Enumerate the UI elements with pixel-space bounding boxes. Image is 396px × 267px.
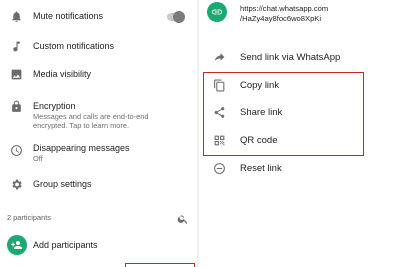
add-participants-row[interactable]: Add participants <box>0 232 197 258</box>
image-icon <box>10 68 23 81</box>
toggle-knob <box>173 11 185 23</box>
gear-icon <box>10 178 23 191</box>
search-icon[interactable] <box>177 212 189 224</box>
lock-icon <box>10 100 23 113</box>
custom-notifications-row[interactable]: Custom notifications <box>0 34 197 60</box>
mute-notifications-label: Mute notifications <box>33 11 104 21</box>
disappearing-messages-row[interactable]: Disappearing messages Off <box>0 138 197 168</box>
copy-icon <box>213 79 226 92</box>
media-visibility-row[interactable]: Media visibility <box>0 60 197 88</box>
disappearing-messages-label: Disappearing messages <box>33 143 130 153</box>
qr-code-row[interactable]: QR code <box>199 129 396 153</box>
bell-icon <box>10 10 23 23</box>
add-participants-label: Add participants <box>33 240 98 250</box>
music-note-icon <box>10 40 23 53</box>
group-info-panel: Mute notifications Custom notifications … <box>0 0 197 267</box>
send-link-whatsapp-label: Send link via WhatsApp <box>240 52 341 63</box>
minus-circle-icon <box>213 162 226 175</box>
invite-url-line2: /HaZy4ay8foc6wo8XpKi <box>240 14 322 23</box>
copy-link-label: Copy link <box>240 80 280 91</box>
link-icon <box>207 2 227 22</box>
highlight-box-partial <box>125 263 195 267</box>
invite-url-line1: https://chat.whatsapp.com <box>240 4 329 13</box>
media-visibility-label: Media visibility <box>33 69 92 79</box>
qr-code-label: QR code <box>240 135 278 146</box>
mute-notifications-row[interactable]: Mute notifications <box>0 0 197 34</box>
reset-link-label: Reset link <box>240 163 282 174</box>
forward-arrow-icon <box>213 51 226 64</box>
mute-toggle[interactable] <box>167 11 185 23</box>
send-link-whatsapp-row[interactable]: Send link via WhatsApp <box>199 46 396 70</box>
copy-link-row[interactable]: Copy link <box>199 74 396 98</box>
group-settings-label: Group settings <box>33 179 92 189</box>
group-settings-row[interactable]: Group settings <box>0 172 197 198</box>
participants-header: 2 participants <box>0 208 197 228</box>
encryption-description-line1: Messages and calls are end-to-end <box>33 112 149 121</box>
share-link-label: Share link <box>240 107 283 118</box>
encryption-row[interactable]: Encryption Messages and calls are end-to… <box>0 94 197 134</box>
participants-count: 2 participants <box>7 213 51 222</box>
timer-icon <box>10 144 23 157</box>
reset-link-row[interactable]: Reset link <box>199 157 396 181</box>
invite-link-panel: https://chat.whatsapp.com /HaZy4ay8foc6w… <box>199 0 396 267</box>
share-link-row[interactable]: Share link <box>199 101 396 125</box>
share-icon <box>213 106 226 119</box>
custom-notifications-label: Custom notifications <box>33 41 115 51</box>
add-person-icon <box>7 235 27 255</box>
qr-code-icon <box>213 134 226 147</box>
disappearing-messages-value: Off <box>33 154 43 163</box>
encryption-label: Encryption <box>33 101 76 111</box>
invite-link-row[interactable]: https://chat.whatsapp.com /HaZy4ay8foc6w… <box>199 0 396 34</box>
encryption-description-line2: encrypted. Tap to learn more. <box>33 121 129 130</box>
